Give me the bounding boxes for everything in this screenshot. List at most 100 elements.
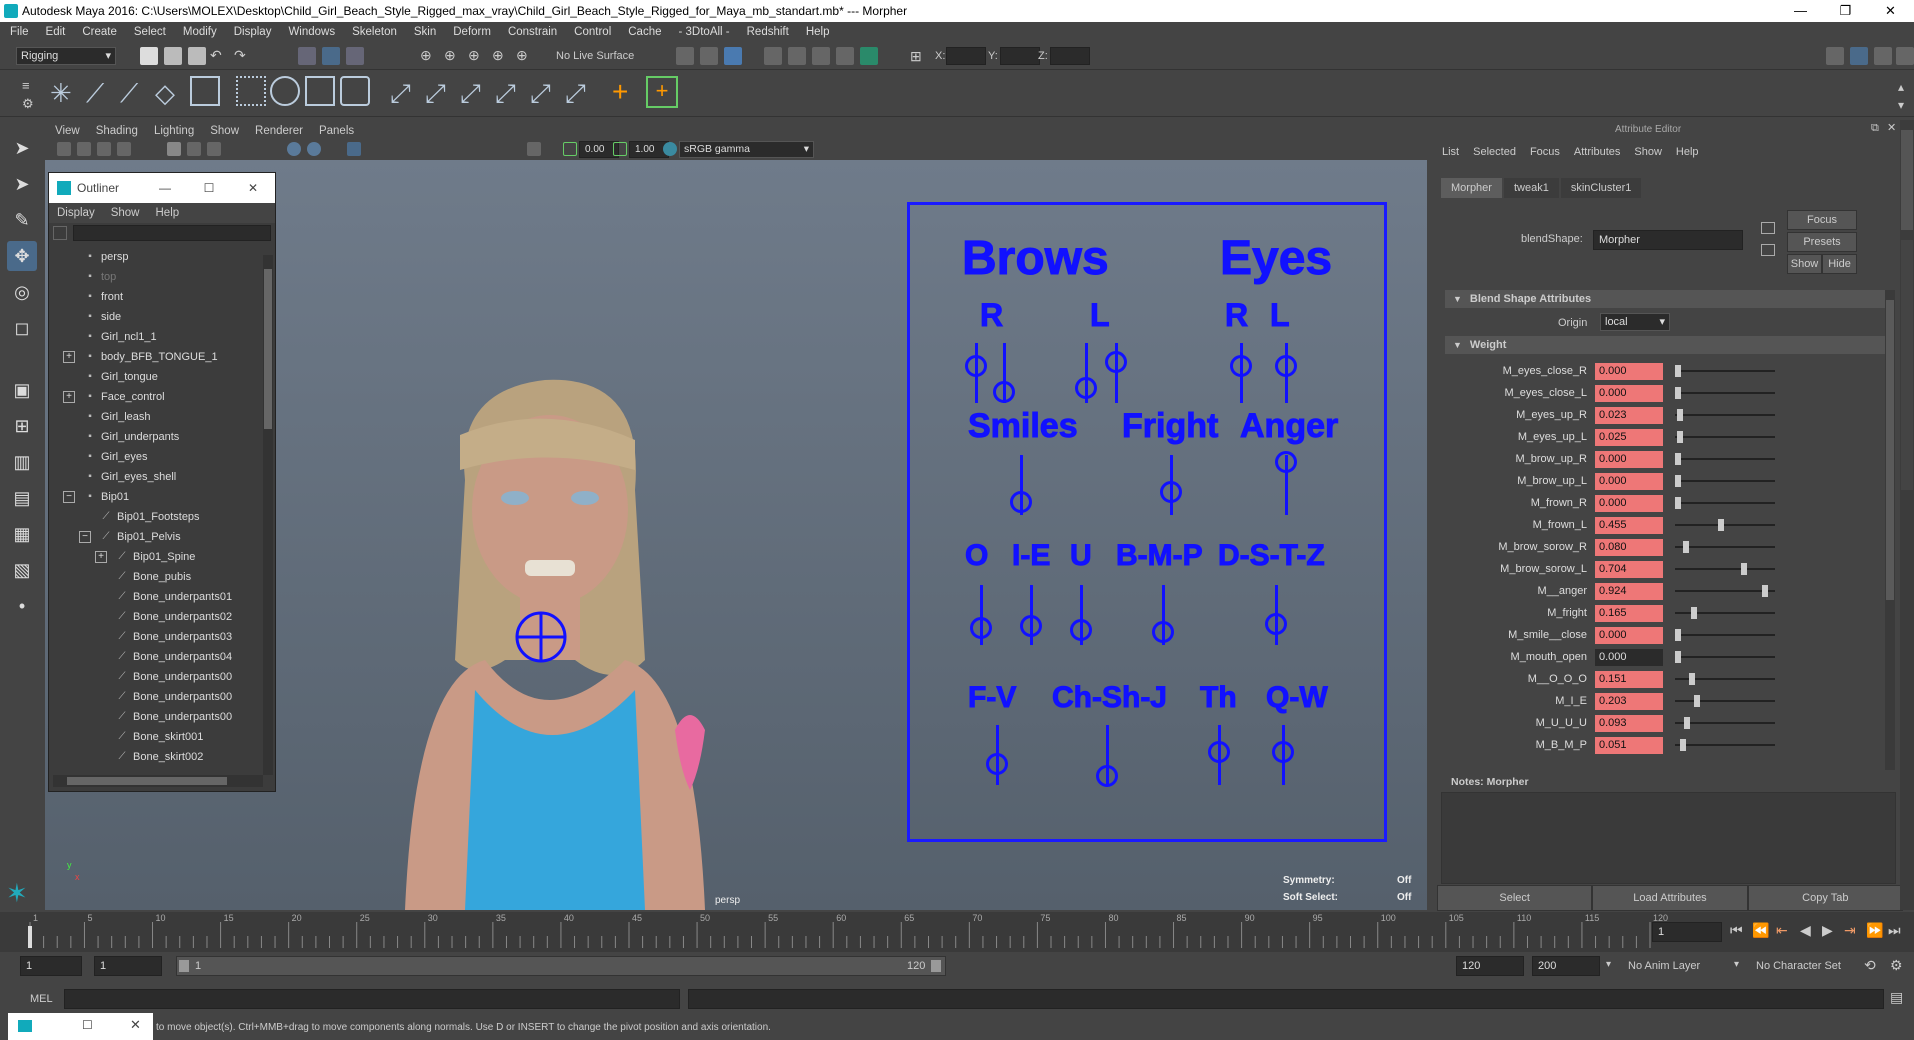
outliner-item[interactable]: ▪ Girl_ncl1_1 — [49, 327, 275, 347]
weight-slider-track[interactable] — [1675, 651, 1775, 663]
point-constraint-icon[interactable]: ⤢ — [390, 78, 411, 110]
anim-start-field[interactable]: 1 — [20, 956, 82, 976]
slider-o-knob[interactable] — [970, 617, 992, 639]
outliner-list[interactable]: ▪ persp ▪ top ▪ front ▪ side ▪ Girl_ncl1_1 + ▪ body_… — [49, 243, 275, 763]
attr-menu-focus[interactable]: Focus — [1530, 146, 1560, 158]
channel-box-icon[interactable] — [1896, 47, 1914, 65]
aim-constraint-icon[interactable]: ⤢ — [425, 78, 446, 110]
weight-slider-track[interactable] — [1675, 695, 1775, 707]
weight-slider-thumb[interactable] — [1761, 585, 1768, 597]
vp-menu-renderer[interactable]: Renderer — [255, 125, 303, 137]
gamma-icon[interactable] — [613, 142, 627, 156]
select-hierarchy-icon[interactable] — [298, 47, 316, 65]
outliner-item[interactable]: ⟋ Bone_underpants00 — [49, 707, 275, 727]
outliner-item[interactable]: ⟋ Bone_skirt002 — [49, 747, 275, 763]
persp-hypergraph-icon[interactable]: ▧ — [7, 555, 37, 585]
weight-value-field[interactable]: 0.000 — [1595, 648, 1663, 666]
blend-shape-section-header[interactable]: ▼ Blend Shape Attributes — [1445, 290, 1885, 308]
current-time-marker[interactable] — [28, 926, 32, 948]
input-connection-icon[interactable] — [1761, 222, 1775, 234]
weight-slider-thumb[interactable] — [1675, 629, 1681, 641]
time-ruler[interactable]: 1 5 10 15 20 25 30 35 40 45 50 55 60 65 70 75 80 85 90 95 10… — [20, 912, 1670, 952]
save-scene-icon[interactable] — [188, 47, 206, 65]
slider-chshj-knob[interactable] — [1096, 765, 1118, 787]
weight-slider-track[interactable] — [1675, 431, 1775, 443]
step-forward-icon[interactable]: ⏩ — [1866, 922, 1883, 939]
slider-eye-r-knob[interactable] — [1230, 355, 1252, 377]
menu-file[interactable]: File — [10, 26, 29, 38]
slider-ie-knob[interactable] — [1020, 615, 1042, 637]
weight-slider-track[interactable] — [1675, 607, 1775, 619]
weight-slider-track[interactable] — [1675, 365, 1775, 377]
goto-start-icon[interactable]: ⏮ — [1730, 922, 1743, 939]
weight-value-field[interactable]: 0.000 — [1595, 450, 1663, 468]
tab-morpher[interactable]: Morpher — [1441, 178, 1502, 198]
playback-end-field[interactable]: 120 — [1456, 956, 1524, 976]
shelf-scroll-up-icon[interactable]: ▴ — [1898, 80, 1904, 94]
wire-icon[interactable] — [340, 76, 370, 106]
lattice-icon[interactable] — [236, 76, 266, 106]
attr-float-icon[interactable]: ⧉ — [1871, 122, 1879, 135]
color-space-dropdown[interactable]: sRGB gamma ▾ — [679, 141, 814, 158]
select-component-icon[interactable] — [346, 47, 364, 65]
outliner-minimize-icon[interactable]: — — [143, 181, 187, 195]
next-key-icon[interactable]: ⇥ — [1844, 922, 1856, 939]
menu-3dtoall[interactable]: - 3DtoAll - — [679, 26, 730, 38]
weight-slider-thumb[interactable] — [1675, 497, 1681, 509]
vp-menu-show[interactable]: Show — [210, 125, 239, 137]
attr-close-icon[interactable]: ✕ — [1887, 121, 1896, 134]
single-perspective-icon[interactable]: ▣ — [7, 375, 37, 405]
slider-brow-r2-knob[interactable] — [993, 381, 1015, 403]
outliner-item[interactable]: − ⟋ Bip01_Pelvis — [49, 527, 275, 547]
weight-value-field[interactable]: 0.023 — [1595, 406, 1663, 424]
persp-outliner-icon[interactable]: ▥ — [7, 447, 37, 477]
channel-box-side-tab[interactable] — [1901, 240, 1913, 490]
menu-redshift[interactable]: Redshift — [747, 26, 789, 38]
collapse-icon[interactable]: − — [63, 491, 75, 503]
ik-spline-icon[interactable]: ⟋ — [120, 78, 138, 110]
paint-select-icon[interactable]: ✎ — [7, 205, 37, 235]
copy-tab-button[interactable]: Copy Tab — [1747, 885, 1903, 911]
weight-value-field[interactable]: 0.165 — [1595, 604, 1663, 622]
joint-tool-icon[interactable]: ✳ — [50, 78, 72, 109]
camera-attributes-icon[interactable] — [77, 142, 91, 156]
range-slider[interactable]: 1 120 — [176, 956, 946, 976]
weight-slider-track[interactable] — [1675, 629, 1775, 641]
snap-grid-icon[interactable]: ⊕ — [420, 47, 432, 64]
outliner-item[interactable]: ⟋ Bone_skirt001 — [49, 727, 275, 747]
select-button[interactable]: Select — [1437, 885, 1593, 911]
outliner-item[interactable]: ▪ Girl_eyes_shell — [49, 467, 275, 487]
transform-mode-icon[interactable]: ⊞ — [910, 48, 922, 65]
outliner-item[interactable]: ▪ side — [49, 307, 275, 327]
render-settings-icon[interactable] — [836, 47, 854, 65]
camera-select-icon[interactable] — [57, 142, 71, 156]
attr-vscroll-thumb[interactable] — [1886, 300, 1894, 600]
weight-value-field[interactable]: 0.000 — [1595, 494, 1663, 512]
notes-textarea[interactable] — [1441, 792, 1896, 884]
menu-modify[interactable]: Modify — [183, 26, 217, 38]
vp-menu-shading[interactable]: Shading — [96, 125, 138, 137]
weight-slider-track[interactable] — [1675, 673, 1775, 685]
outliner-item[interactable]: ▪ Girl_eyes — [49, 447, 275, 467]
persp-graph-icon[interactable]: ▤ — [7, 483, 37, 513]
outliner-menu-display[interactable]: Display — [57, 207, 95, 219]
current-frame-field[interactable]: 1 — [1652, 922, 1722, 942]
outliner-item[interactable]: ▪ Girl_leash — [49, 407, 275, 427]
face-control-board[interactable]: Brows Eyes R L R L Smiles Fright Anger O… — [907, 202, 1387, 842]
weight-slider-track[interactable] — [1675, 387, 1775, 399]
input-ops-icon[interactable] — [676, 47, 694, 65]
outliner-item[interactable]: ⟋ Bone_underpants00 — [49, 687, 275, 707]
outliner-item[interactable]: ⟋ Bone_underpants03 — [49, 627, 275, 647]
weight-slider-thumb[interactable] — [1675, 453, 1681, 465]
attr-menu-show[interactable]: Show — [1634, 146, 1662, 158]
outliner-hscroll-thumb[interactable] — [67, 777, 227, 785]
xray-icon[interactable] — [347, 142, 361, 156]
show-button[interactable]: Show — [1787, 254, 1822, 274]
more-layouts-icon[interactable]: • — [7, 591, 37, 621]
image-plane-icon[interactable] — [117, 142, 131, 156]
attr-menu-list[interactable]: List — [1442, 146, 1459, 158]
hypershade-icon[interactable] — [860, 47, 878, 65]
slider-dstz-knob[interactable] — [1265, 613, 1287, 635]
weight-value-field[interactable]: 0.051 — [1595, 736, 1663, 754]
menu-skin[interactable]: Skin — [414, 26, 436, 38]
